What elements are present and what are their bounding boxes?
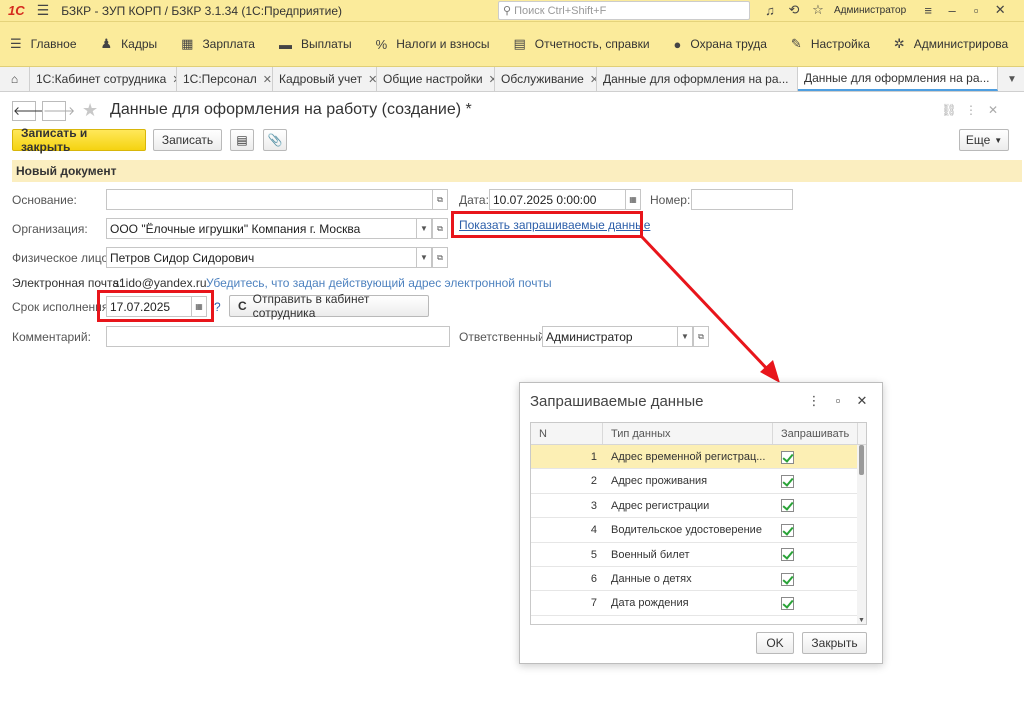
- request-checkbox[interactable]: [781, 572, 794, 586]
- table-scrollbar[interactable]: ▼: [857, 445, 866, 624]
- row-number: 1: [590, 451, 597, 463]
- row-type: Военный билет: [611, 548, 690, 561]
- scroll-down-icon[interactable]: ▼: [858, 617, 865, 624]
- request-checkbox[interactable]: [781, 474, 794, 488]
- row-number: 3: [590, 499, 597, 512]
- column-header-request[interactable]: Запрашивать: [773, 423, 858, 444]
- column-header-type[interactable]: Тип данных: [603, 423, 773, 444]
- more-vertical-icon[interactable]: ⋮: [802, 393, 826, 409]
- row-number: 7: [590, 597, 597, 610]
- row-number: 2: [590, 475, 597, 488]
- request-checkbox[interactable]: [781, 523, 794, 537]
- close-button[interactable]: Закрыть: [802, 632, 867, 654]
- row-type: Данные о детях: [611, 572, 692, 585]
- row-number: 5: [590, 548, 597, 561]
- table-row[interactable]: 2 Адрес проживания: [531, 469, 866, 494]
- row-type: Адрес временной регистрац...: [611, 451, 766, 463]
- table-row[interactable]: 3 Адрес регистрации: [531, 494, 866, 519]
- column-header-n[interactable]: N: [531, 423, 603, 444]
- ok-button[interactable]: OK: [756, 632, 794, 654]
- table-row[interactable]: 6 Данные о детях: [531, 567, 866, 592]
- table-header: N Тип данных Запрашивать: [531, 423, 866, 445]
- requested-data-dialog: Запрашиваемые данные ⋮ ▫ ✕ N Тип данных …: [519, 382, 883, 664]
- scrollbar-thumb[interactable]: [859, 445, 864, 475]
- row-number: 4: [590, 524, 597, 537]
- close-icon[interactable]: ✕: [850, 393, 874, 409]
- table-row[interactable]: 4 Водительское удостоверение: [531, 518, 866, 543]
- row-type: Дата рождения: [611, 597, 689, 610]
- table-row[interactable]: 5 Военный билет: [531, 543, 866, 567]
- dialog-controls: ⋮ ▫ ✕: [802, 393, 874, 409]
- dialog-title: Запрашиваемые данные: [530, 393, 704, 410]
- row-number: 6: [590, 572, 597, 585]
- request-checkbox[interactable]: [781, 450, 794, 464]
- table-row[interactable]: 1 Адрес временной регистрац...: [531, 445, 866, 470]
- row-type: Адрес проживания: [611, 475, 708, 488]
- table-row[interactable]: 7 Дата рождения: [531, 591, 866, 616]
- request-checkbox[interactable]: [781, 499, 794, 513]
- row-type: Водительское удостоверение: [611, 524, 762, 537]
- request-checkbox[interactable]: [781, 596, 794, 610]
- request-checkbox[interactable]: [781, 548, 794, 562]
- requested-data-table: N Тип данных Запрашивать 1 Адрес временно…: [530, 422, 867, 625]
- row-type: Адрес регистрации: [611, 499, 710, 512]
- maximize-icon[interactable]: ▫: [826, 393, 850, 409]
